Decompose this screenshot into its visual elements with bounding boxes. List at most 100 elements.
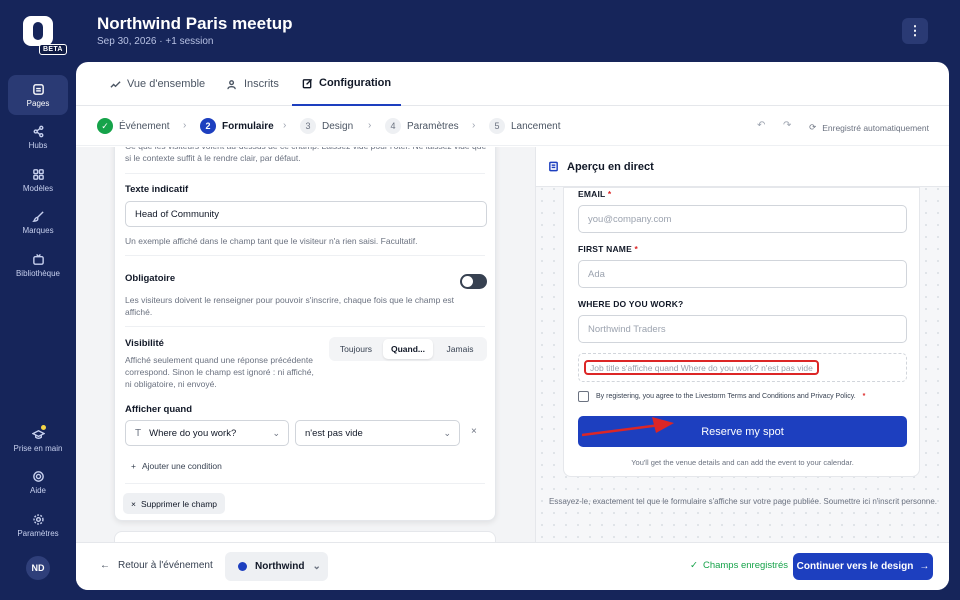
chevron-down-icon: ⌄ <box>443 428 451 438</box>
step-design[interactable]: 3 Design <box>300 118 353 134</box>
live-preview-panel: Aperçu en direct EMAIL * you@company.com… <box>535 147 949 542</box>
first-name-label: FIRST NAME * <box>578 244 638 254</box>
remove-condition-icon[interactable]: × <box>471 426 477 437</box>
work-field[interactable]: Northwind Traders <box>578 315 907 343</box>
conditional-field-note: Job title s'affiche quand Where do you w… <box>584 360 819 375</box>
sidebar-item-prise-en-main[interactable]: Prise en main <box>8 420 68 460</box>
condition-operator-select[interactable]: n'est pas vide ⌄ <box>295 420 460 446</box>
placeholder-label: Texte indicatif <box>125 184 189 195</box>
app-logo[interactable] <box>23 16 53 46</box>
tab-overview[interactable]: Vue d'ensemble <box>100 62 215 106</box>
visibility-option-never[interactable]: Jamais <box>435 339 485 359</box>
form-icon <box>549 161 558 172</box>
preview-footer-note: Essayez-le, exactement tel que le formul… <box>549 497 937 506</box>
delete-field-button[interactable]: × Supprimer le champ <box>123 493 226 514</box>
placeholder-input[interactable]: Head of Community <box>125 201 487 227</box>
step-label: Paramètres <box>407 120 459 132</box>
step-evenement[interactable]: ✓ Événement <box>97 118 170 134</box>
workspace-selector[interactable]: Northwind ⌄ <box>225 552 328 581</box>
check-icon: ✓ <box>97 118 113 134</box>
sidebar-item-modeles[interactable]: Modèles <box>8 160 68 200</box>
sidebar-item-label: Bibliothèque <box>15 268 61 278</box>
edit-icon <box>302 78 313 88</box>
sidebar-item-bibliotheque[interactable]: Bibliothèque <box>8 245 68 285</box>
sidebar-item-label: Prise en main <box>13 443 63 453</box>
plus-icon: + <box>131 461 136 471</box>
tab-label: Vue d'ensemble <box>127 78 206 90</box>
step-lancement[interactable]: 5 Lancement <box>489 118 560 134</box>
arrow-left-icon: ← <box>100 560 110 571</box>
delete-field-label: Supprimer le champ <box>140 498 218 509</box>
chevron-down-icon: ⌄ <box>312 561 321 572</box>
saved-label: Champs enregistrés <box>702 560 788 571</box>
required-toggle[interactable] <box>460 274 487 289</box>
visibility-option-always[interactable]: Toujours <box>331 339 381 359</box>
autosave-status: ⟳ Enregistré automatiquement <box>809 122 929 133</box>
divider <box>125 173 485 174</box>
lifebuoy-icon <box>32 470 44 482</box>
visibility-segmented-control: Toujours Quand... Jamais <box>329 337 487 361</box>
trend-icon <box>110 80 121 88</box>
sync-icon: ⟳ <box>809 122 817 132</box>
undo-icon[interactable]: ↶ <box>757 120 765 131</box>
condition-operator-value: n'est pas vide <box>305 427 363 439</box>
sidebar-item-marques[interactable]: Marques <box>8 202 68 242</box>
sidebar: BETA Pages Hubs Modèles Marques Biblioth… <box>0 0 76 600</box>
next-field-card[interactable] <box>114 531 496 542</box>
workspace-color-dot <box>238 562 247 571</box>
sidebar-item-label: Modèles <box>22 183 54 193</box>
tab-label: Inscrits <box>244 78 279 90</box>
step-label: Lancement <box>511 120 561 132</box>
required-help: Les visiteurs doivent le renseigner pour… <box>125 295 455 317</box>
email-label-text: EMAIL <box>578 189 606 199</box>
divider <box>125 326 485 327</box>
chevron-down-icon: ⌄ <box>272 428 280 438</box>
add-condition-button[interactable]: + Ajouter une condition <box>131 461 222 471</box>
sidebar-item-hubs[interactable]: Hubs <box>8 117 68 157</box>
required-mark: * <box>634 244 639 254</box>
divider <box>125 483 485 484</box>
arrow-right-icon: → <box>919 561 930 572</box>
required-label: Obligatoire <box>125 273 176 284</box>
sidebar-item-pages[interactable]: Pages <box>8 75 68 115</box>
consent-row: By registering, you agree to the Livesto… <box>578 391 865 402</box>
autosave-label: Enregistré automatiquement <box>822 122 929 133</box>
email-field[interactable]: you@company.com <box>578 205 907 233</box>
consent-checkbox[interactable] <box>578 391 589 402</box>
tab-configuration[interactable]: Configuration <box>292 62 402 106</box>
visibility-option-when[interactable]: Quand... <box>383 339 433 359</box>
tv-icon <box>32 253 44 265</box>
visibility-label: Visibilité <box>125 338 164 349</box>
workspace-label: Northwind <box>255 561 305 572</box>
share-icon <box>33 125 43 137</box>
first-name-label-text: FIRST NAME <box>578 244 632 254</box>
step-number: 4 <box>385 118 401 134</box>
condition-field-select[interactable]: T Where do you work? ⌄ <box>125 420 289 446</box>
annotation-arrow <box>582 417 674 437</box>
grid-icon <box>32 168 44 180</box>
continue-to-design-button[interactable]: Continuer vers le design → <box>793 553 933 580</box>
back-to-event-button[interactable]: ← Retour à l'événement <box>100 560 213 571</box>
tab-bar: Vue d'ensemble Inscrits Configuration <box>76 62 949 106</box>
beta-badge: BETA <box>39 44 67 55</box>
required-mark: * <box>607 189 612 199</box>
sidebar-item-aide[interactable]: Aide <box>8 462 68 502</box>
chevron-right-icon: › <box>472 120 476 131</box>
step-parametres[interactable]: 4 Paramètres <box>385 118 459 134</box>
sidebar-item-parametres[interactable]: Paramètres <box>8 505 68 545</box>
field-settings-card: Ce que les visiteurs voient au-dessus de… <box>114 147 496 521</box>
tab-label: Configuration <box>319 77 392 89</box>
first-name-field[interactable]: Ada <box>578 260 907 288</box>
step-formulaire[interactable]: 2 Formulaire <box>200 118 274 134</box>
gear-icon <box>32 513 44 525</box>
step-label: Design <box>322 120 354 132</box>
step-label: Événement <box>119 120 170 132</box>
redo-icon[interactable]: ↷ <box>783 120 791 131</box>
avatar[interactable]: ND <box>26 556 50 580</box>
notification-dot <box>41 425 46 430</box>
more-menu-button[interactable]: ⋮ <box>902 18 928 44</box>
page-subtitle: Sep 30, 2026 · +1 session <box>97 36 214 47</box>
sidebar-item-label: Marques <box>22 225 54 235</box>
close-icon: × <box>131 498 136 509</box>
tab-registrants[interactable]: Inscrits <box>217 62 289 106</box>
